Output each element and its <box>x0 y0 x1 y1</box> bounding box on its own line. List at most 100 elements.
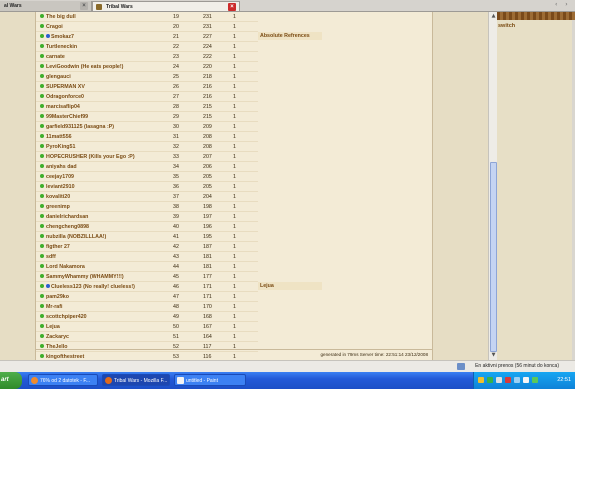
player-name[interactable]: garfield931125 (lasagna :P) <box>46 124 114 130</box>
player-name-cell[interactable]: 11matt556 <box>36 131 173 142</box>
player-name-cell[interactable]: SammyWhammy (WHAMMY!!!) <box>36 271 173 282</box>
tab-scroll-arrows-icon[interactable]: ‹ › <box>555 1 575 10</box>
online-status-icon <box>40 164 44 169</box>
taskbar-item-paint[interactable]: untitled - Paint <box>174 374 246 386</box>
player-name[interactable]: Cragoi <box>46 24 63 30</box>
player-name[interactable]: danielrichardsan <box>46 214 88 220</box>
player-name-cell[interactable]: Zackaryc <box>36 331 173 342</box>
player-name-cell[interactable]: HOPECRUSHER (Kills your Ego :P) <box>36 151 173 162</box>
scroll-down-icon[interactable]: ▼ <box>490 352 497 359</box>
player-name-cell[interactable]: Smokaz7 <box>36 31 173 42</box>
browser-tab-tribal-wars[interactable]: Tribal Wars × <box>92 1 240 11</box>
player-name-cell[interactable]: marcisaflip04 <box>36 101 173 112</box>
player-name[interactable]: kovaliti20 <box>46 194 70 200</box>
right-frame-scrollbar[interactable] <box>572 20 575 360</box>
player-name-cell[interactable]: Odragonforce0 <box>36 91 173 102</box>
player-name-cell[interactable]: danielrichardsan <box>36 211 173 222</box>
player-name-cell[interactable]: The big dull <box>36 12 173 22</box>
points-cell: 168 <box>203 311 233 322</box>
side-label: Absolute Refrences <box>258 32 322 40</box>
player-name-cell[interactable]: Mr-rafi <box>36 301 173 312</box>
player-name-cell[interactable]: carnate <box>36 51 173 62</box>
ranking-table: The big dull 19 231 1 Cragoi 20 231 1 Smokaz7 21 2… <box>36 12 258 372</box>
tray-icon[interactable] <box>505 377 511 383</box>
player-name[interactable]: leviant2910 <box>46 184 75 190</box>
player-name[interactable]: The big dull <box>46 14 76 20</box>
player-name-cell[interactable]: PyroKing51 <box>36 141 173 152</box>
player-name[interactable]: Smokaz7 <box>51 34 74 40</box>
player-name[interactable]: Clueless123 (No really! clueless!) <box>51 284 135 290</box>
player-name-cell[interactable]: figther 27 <box>36 241 173 252</box>
online-status-icon <box>40 74 44 79</box>
player-name[interactable]: SammyWhammy (WHAMMY!!!) <box>46 274 124 280</box>
player-name-cell[interactable]: garfield931125 (lasagna :P) <box>36 121 173 132</box>
player-name[interactable]: 11matt556 <box>46 134 72 140</box>
player-name[interactable]: 99MasterChief99 <box>46 114 88 120</box>
player-name[interactable]: Lord Nakamora <box>46 264 85 270</box>
close-icon[interactable]: × <box>80 2 88 10</box>
player-name[interactable]: HOPECRUSHER (Kills your Ego :P) <box>46 154 135 160</box>
switch-link[interactable]: switch <box>498 23 515 29</box>
taskbar-item-downloads[interactable]: 76% od 2 datotek - F... <box>28 374 98 386</box>
player-name[interactable]: scottchpiper420 <box>46 314 87 320</box>
taskbar-item-tribal-wars[interactable]: Tribal Wars - Mozilla F... <box>102 374 170 386</box>
player-name[interactable]: glengauci <box>46 74 71 80</box>
table-row: PyroKing51 32 208 1 <box>36 141 258 152</box>
speaker-icon[interactable] <box>523 377 529 383</box>
online-status-icon <box>40 334 44 339</box>
player-name[interactable]: nubzilla (NOBZILLLAA!) <box>46 234 106 240</box>
player-name[interactable]: PyroKing51 <box>46 144 75 150</box>
tray-icon[interactable] <box>496 377 502 383</box>
player-name[interactable]: greenimp <box>46 204 70 210</box>
villages-cell: 1 <box>233 161 258 172</box>
player-name-cell[interactable]: scottchpiper420 <box>36 311 173 322</box>
scrollbar-thumb[interactable] <box>490 162 497 352</box>
player-name-cell[interactable]: leviant2910 <box>36 181 173 192</box>
player-name[interactable]: sdff <box>46 254 56 260</box>
start-button[interactable]: art <box>0 372 22 389</box>
scroll-up-icon[interactable]: ▲ <box>490 13 497 20</box>
villages-cell: 1 <box>233 31 258 42</box>
player-name-cell[interactable]: ceejay1709 <box>36 171 173 182</box>
player-name[interactable]: pam29ko <box>46 294 69 300</box>
player-name-cell[interactable]: LeviGoodwin (He eats people!) <box>36 61 173 72</box>
player-name-cell[interactable]: aniyahs dad <box>36 161 173 172</box>
player-name[interactable]: figther 27 <box>46 244 70 250</box>
player-name-cell[interactable]: kovaliti20 <box>36 191 173 202</box>
table-row: Mr-rafi 48 170 1 <box>36 301 258 312</box>
player-name[interactable]: Zackaryc <box>46 334 69 340</box>
player-name-cell[interactable]: Lejua <box>36 321 173 332</box>
player-name-cell[interactable]: SUPERMAN XV <box>36 81 173 92</box>
online-status-icon <box>40 314 44 319</box>
tray-icon[interactable] <box>532 377 538 383</box>
player-name[interactable]: Mr-rafi <box>46 304 62 310</box>
player-name-cell[interactable]: sdff <box>36 251 173 262</box>
download-status-icon[interactable] <box>457 363 465 370</box>
player-name-cell[interactable]: Cragoi <box>36 21 173 32</box>
browser-tab-previous[interactable]: al Wars × <box>0 1 92 11</box>
player-name-cell[interactable]: Lord Nakamora <box>36 261 173 272</box>
tray-icon[interactable] <box>487 377 493 383</box>
player-name[interactable]: Turtleneckin <box>46 44 77 50</box>
tray-icon[interactable] <box>478 377 484 383</box>
player-name-cell[interactable]: nubzilla (NOBZILLLAA!) <box>36 231 173 242</box>
player-name[interactable]: chengcheng0898 <box>46 224 89 230</box>
player-name[interactable]: marcisaflip04 <box>46 104 80 110</box>
player-name[interactable]: carnate <box>46 54 65 60</box>
player-name-cell[interactable]: greenimp <box>36 201 173 212</box>
tray-icon[interactable] <box>514 377 520 383</box>
player-name[interactable]: ceejay1709 <box>46 174 74 180</box>
player-name[interactable]: aniyahs dad <box>46 164 77 170</box>
player-name[interactable]: SUPERMAN XV <box>46 84 85 90</box>
online-status-icon <box>40 344 44 349</box>
player-name-cell[interactable]: 99MasterChief99 <box>36 111 173 122</box>
close-icon[interactable]: × <box>228 3 236 11</box>
player-name[interactable]: Odragonforce0 <box>46 94 84 100</box>
player-name[interactable]: Lejua <box>46 324 60 330</box>
player-name-cell[interactable]: chengcheng0898 <box>36 221 173 232</box>
player-name-cell[interactable]: Turtleneckin <box>36 41 173 52</box>
player-name[interactable]: LeviGoodwin (He eats people!) <box>46 64 123 70</box>
player-name-cell[interactable]: Clueless123 (No really! clueless!) <box>36 281 173 292</box>
player-name-cell[interactable]: pam29ko <box>36 291 173 302</box>
player-name-cell[interactable]: glengauci <box>36 71 173 82</box>
